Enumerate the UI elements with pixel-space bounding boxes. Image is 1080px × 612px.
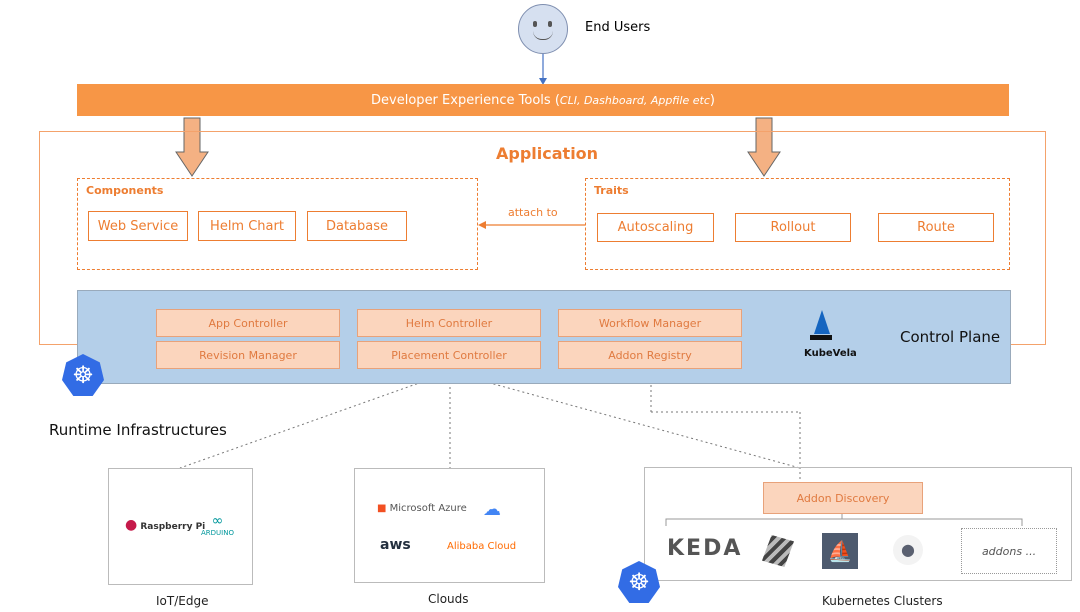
component-web-service[interactable]: Web Service	[88, 211, 188, 241]
raspberry-pi-logo: Raspberry Pi	[140, 522, 206, 532]
revision-manager[interactable]: Revision Manager	[156, 341, 340, 369]
kubevela-logo: KubeVela	[804, 348, 857, 359]
addon-discovery[interactable]: Addon Discovery	[763, 482, 923, 514]
kubevela-sail-icon	[810, 310, 832, 340]
attach-to-label: attach to	[508, 206, 558, 219]
addon-registry[interactable]: Addon Registry	[558, 341, 742, 369]
raspberry-pi-icon: ●	[125, 517, 138, 533]
iot-edge-label: IoT/Edge	[156, 594, 209, 608]
component-database[interactable]: Database	[307, 211, 407, 241]
devtools-tools: CLI, Dashboard, Appfile etc	[559, 93, 710, 107]
iot-edge-box: ● Raspberry Pi ∞ ARDUINO	[108, 468, 253, 585]
devtools-title: Developer Experience Tools (	[371, 92, 560, 108]
trait-rollout[interactable]: Rollout	[735, 213, 851, 242]
clouds-label: Clouds	[428, 592, 469, 606]
kubernetes-clusters-label: Kubernetes Clusters	[822, 594, 943, 608]
microsoft-icon: ■	[377, 503, 387, 514]
istio-icon: ⛵	[822, 533, 858, 569]
components-title: Components	[86, 184, 164, 197]
helm-controller[interactable]: Helm Controller	[357, 309, 541, 337]
keda-logo: KEDA	[667, 536, 743, 561]
more-addons[interactable]: addons ...	[961, 528, 1057, 574]
devtools-bar: Developer Experience Tools (CLI, Dashboa…	[77, 84, 1009, 116]
control-plane	[77, 290, 1011, 384]
alibaba-cloud-logo: Alibaba Cloud	[447, 541, 517, 552]
end-users-label: End Users	[585, 20, 651, 35]
end-user-avatar	[518, 4, 568, 54]
app-controller[interactable]: App Controller	[156, 309, 340, 337]
trait-route[interactable]: Route	[878, 213, 994, 242]
azure-logo: Microsoft Azure	[389, 503, 467, 514]
devtools-close: )	[709, 92, 715, 108]
component-helm-chart[interactable]: Helm Chart	[198, 211, 296, 241]
opa-icon: ●	[893, 535, 923, 565]
runtime-title: Runtime Infrastructures	[49, 421, 227, 439]
google-cloud-icon: ☁	[483, 499, 501, 520]
control-plane-label: Control Plane	[900, 328, 1001, 346]
trait-autoscaling[interactable]: Autoscaling	[597, 213, 714, 242]
workflow-manager[interactable]: Workflow Manager	[558, 309, 742, 337]
application-title: Application	[496, 144, 599, 163]
traits-title: Traits	[594, 184, 629, 197]
placement-controller[interactable]: Placement Controller	[357, 341, 541, 369]
arduino-logo: ∞ ARDUINO	[201, 513, 234, 537]
aws-logo: aws	[380, 537, 411, 553]
clouds-box: ■ Microsoft Azure ☁ aws Alibaba Cloud	[354, 468, 545, 583]
